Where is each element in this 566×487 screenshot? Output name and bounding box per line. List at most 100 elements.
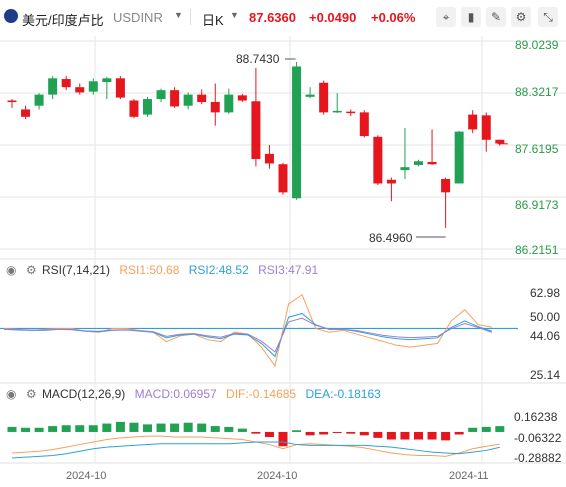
candle-body: [251, 101, 261, 160]
price-tick: 87.6195: [515, 142, 559, 156]
candle-body: [319, 82, 329, 113]
settings-icon[interactable]: ⚙: [26, 263, 37, 277]
macd-histogram-bar: [210, 426, 220, 432]
macd-histogram-bar: [224, 426, 234, 432]
candle-body: [156, 90, 166, 100]
price-tick: 86.9173: [515, 198, 559, 212]
rsi-tick: 25.14: [530, 368, 561, 382]
candle-body: [305, 94, 315, 97]
candle-body: [143, 99, 152, 115]
candle-body: [7, 100, 17, 103]
macd-histogram-bar: [183, 422, 193, 432]
price-tick: 89.0239: [515, 38, 559, 52]
macd-title: MACD(12,26,9): [41, 387, 126, 401]
macd-histogram-bar: [61, 425, 71, 432]
macd-histogram-bar: [332, 431, 342, 433]
macd-histogram-bar: [170, 423, 180, 432]
macd-histogram-bar: [305, 431, 315, 436]
macd-histogram-bar: [129, 422, 139, 432]
eye-icon[interactable]: ◉: [6, 387, 16, 401]
x-tick: 2024-10: [257, 470, 298, 482]
candle-body: [61, 79, 71, 88]
macd-histogram-bar: [454, 431, 464, 435]
rsi1-value: RSI1:50.68: [119, 263, 180, 277]
macd-value: MACD:0.06957: [134, 387, 217, 401]
rsi-tick: 44.06: [530, 329, 561, 343]
macd-histogram-bar: [197, 423, 207, 432]
candle-body: [386, 179, 396, 184]
macd-histogram-bar: [278, 431, 288, 447]
macd-histogram-bar: [319, 431, 329, 435]
candle-body: [183, 94, 193, 106]
rsi3-value: RSI3:47.91: [258, 263, 319, 277]
macd-histogram-bar: [414, 431, 423, 440]
candle-body: [170, 90, 180, 107]
macd-histogram-bar: [156, 423, 166, 432]
candle-body: [292, 66, 302, 199]
candle-body: [88, 81, 98, 92]
macd-histogram-bar: [400, 431, 410, 440]
price-tick: 88.3217: [515, 85, 559, 99]
macd-histogram-bar: [495, 426, 505, 432]
rsi-line-rsi2: [3, 312, 492, 358]
candle-body: [197, 94, 207, 103]
price-tick: 86.2151: [515, 243, 559, 257]
candle-body: [224, 94, 234, 113]
candle-body: [264, 153, 274, 164]
candle-body: [468, 114, 478, 130]
candle-body: [237, 95, 247, 101]
candle-body: [48, 78, 58, 95]
macd-tick: 0.16238: [514, 410, 558, 424]
dea-value: DEA:-0.18163: [305, 387, 381, 401]
macd-histogram-bar: [88, 425, 98, 432]
chart-canvas[interactable]: [0, 0, 566, 487]
macd-histogram-bar: [292, 430, 302, 432]
candle-body: [427, 161, 437, 165]
candle-body: [373, 136, 383, 184]
settings-icon[interactable]: ⚙: [26, 387, 37, 401]
macd-histogram-bar: [264, 431, 274, 437]
macd-histogram-bar: [373, 431, 383, 438]
x-tick: 2024-11: [449, 470, 489, 482]
candle-body: [400, 167, 410, 171]
candle-body: [346, 111, 356, 114]
macd-histogram-bar: [143, 424, 152, 432]
candle-body: [115, 78, 125, 98]
eye-icon[interactable]: ◉: [6, 263, 16, 277]
macd-histogram-bar: [75, 425, 85, 432]
macd-line-dif: [11, 435, 500, 457]
macd-histogram-bar: [359, 431, 369, 436]
macd-histogram-bar: [441, 431, 451, 441]
macd-histogram-bar: [427, 431, 437, 440]
dif-value: DIF:-0.14685: [226, 387, 297, 401]
candle-body: [454, 131, 464, 184]
candle-body: [34, 94, 44, 106]
rsi2-value: RSI2:48.52: [188, 263, 249, 277]
macd-histogram-bar: [386, 431, 396, 440]
candle-body: [481, 115, 491, 140]
macd-histogram-bar: [468, 427, 478, 432]
candle-body: [75, 87, 85, 93]
candle-body: [359, 112, 369, 137]
macd-histogram-bar: [251, 431, 261, 434]
macd-histogram-bar: [34, 427, 44, 432]
rsi-tick: 62.98: [530, 286, 561, 300]
macd-tick: -0.28882: [514, 451, 562, 465]
macd-histogram-bar: [102, 423, 112, 432]
macd-histogram-bar: [48, 426, 58, 432]
candle-body: [414, 161, 423, 165]
macd-histogram-bar: [7, 426, 17, 432]
high-annotation: 88.7430: [236, 52, 280, 66]
low-annotation: 86.4960: [369, 231, 413, 245]
candle-body: [495, 139, 505, 144]
x-tick: 2024-10: [66, 470, 107, 482]
candle-body: [21, 109, 31, 117]
candle-body: [441, 179, 451, 193]
macd-tick: -0.06322: [514, 431, 562, 445]
rsi-tick: 50.00: [530, 310, 561, 324]
candle-body: [102, 78, 112, 83]
macd-header: ◉ ⚙ MACD(12,26,9) MACD:0.06957 DIF:-0.14…: [6, 387, 387, 401]
candle-body: [129, 100, 139, 117]
macd-histogram-bar: [481, 426, 491, 432]
candle-body: [278, 164, 288, 193]
